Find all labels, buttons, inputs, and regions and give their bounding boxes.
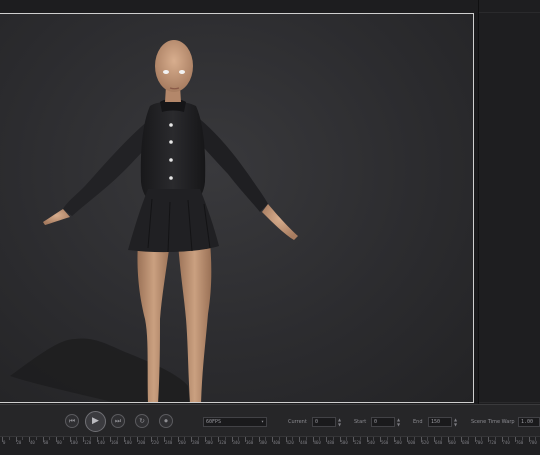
dress-button: [169, 123, 173, 127]
ruler-label: 520: [354, 440, 362, 445]
chevron-down-icon: ▾: [260, 419, 264, 425]
start-frame-label: Start: [354, 419, 367, 425]
ruler-label: 500: [340, 440, 348, 445]
ruler-label: 320: [219, 440, 227, 445]
ruler-label: 780: [529, 440, 537, 445]
ruler-label: 440: [300, 440, 308, 445]
fps-dropdown[interactable]: 60FPS ▾: [203, 417, 267, 427]
end-frame-label: End: [413, 419, 423, 425]
character-shadow: [10, 338, 190, 402]
start-frame-value: 0: [374, 419, 378, 425]
play-button[interactable]: ▶: [85, 411, 106, 432]
ruler-label: 600: [408, 440, 416, 445]
end-frame-input[interactable]: 150: [428, 417, 452, 427]
ruler-label: 100: [70, 440, 78, 445]
ruler-label: 80: [57, 440, 62, 445]
animation-transport-bar: ⏮ ▶ ⏭ ↻ ⏺ 60FPS ▾ Current 0 ▲ ▼ Start 0 ▲…: [0, 404, 540, 437]
spin-down-icon: ▼: [453, 422, 458, 427]
start-frame-stepper[interactable]: ▲ ▼: [396, 417, 401, 427]
ruler-label: 580: [394, 440, 402, 445]
ruler-label: 400: [273, 440, 281, 445]
loop-button[interactable]: ↻: [135, 414, 149, 428]
ruler-label: 60: [43, 440, 49, 445]
ruler-label: 280: [192, 440, 200, 445]
ruler-label: 480: [327, 440, 335, 445]
ruler-label: 460: [313, 440, 321, 445]
dress-button: [169, 140, 173, 144]
ruler-minor-tick: [35, 437, 37, 440]
ruler-label: 540: [367, 440, 375, 445]
ruler-label: 0: [3, 440, 6, 445]
ruler-label: 680: [462, 440, 470, 445]
ruler-label: 260: [178, 440, 186, 445]
current-frame-label: Current: [288, 419, 307, 425]
ruler-label: 360: [246, 440, 254, 445]
spin-down-icon: ▼: [337, 422, 342, 427]
dress-button: [169, 176, 173, 180]
ruler-label: 660: [448, 440, 456, 445]
current-frame-input[interactable]: 0: [312, 417, 336, 427]
ruler-label: 300: [205, 440, 213, 445]
end-frame-value: 150: [431, 419, 441, 425]
current-frame-stepper[interactable]: ▲ ▼: [337, 417, 342, 427]
ruler-minor-tick: [62, 437, 64, 440]
ruler-label: 700: [475, 440, 483, 445]
ruler-label: 220: [151, 440, 159, 445]
spin-down-icon: ▼: [396, 422, 401, 427]
left-hand: [43, 209, 70, 225]
ruler-label: 180: [124, 440, 132, 445]
top-strip: [0, 0, 478, 13]
timeline-ruler[interactable]: 0 20 40 60 80 100 120 140 160 180 200 220 240 260 280 3…: [0, 436, 540, 455]
ruler-label: 760: [516, 440, 524, 445]
ruler-label: 640: [435, 440, 443, 445]
ruler-label: 560: [381, 440, 389, 445]
fps-dropdown-value: 60FPS: [206, 419, 222, 425]
ruler-label: 140: [97, 440, 105, 445]
ruler-label: 620: [421, 440, 429, 445]
ruler-minor-tick: [49, 437, 51, 440]
ruler-label: 160: [111, 440, 119, 445]
end-frame-stepper[interactable]: ▲ ▼: [453, 417, 458, 427]
ruler-label: 720: [489, 440, 497, 445]
right-hand: [262, 204, 298, 240]
loop-icon: ↻: [139, 416, 145, 425]
dress-skirt: [128, 189, 219, 253]
ruler-label: 380: [259, 440, 267, 445]
ruler-minor-tick: [22, 437, 24, 440]
skip-to-start-icon: ⏮: [68, 416, 76, 425]
play-icon: ▶: [92, 416, 99, 426]
right-leg: [178, 242, 212, 402]
record-button[interactable]: ⏺: [159, 414, 173, 428]
3d-viewport[interactable]: [0, 13, 474, 403]
right-side-panel: [478, 0, 540, 404]
character-model[interactable]: [0, 14, 474, 403]
head: [155, 40, 193, 92]
time-warp-value: 1.00: [521, 419, 534, 425]
ruler-label: 240: [165, 440, 173, 445]
ruler-label: 340: [232, 440, 240, 445]
ruler-label: 40: [30, 440, 35, 445]
dress-button: [169, 158, 173, 162]
skip-to-start-button[interactable]: ⏮: [65, 414, 79, 428]
ruler-minor-tick: [8, 437, 10, 440]
time-warp-label: Scene Time Warp: [471, 419, 515, 425]
dress-torso: [140, 101, 206, 202]
skip-to-end-button[interactable]: ⏭: [111, 414, 125, 428]
time-warp-input[interactable]: 1.00: [518, 417, 540, 427]
current-frame-value: 0: [315, 419, 319, 425]
skip-to-end-icon: ⏭: [114, 416, 122, 425]
ruler-label: 120: [84, 440, 92, 445]
ruler-label: 20: [16, 440, 22, 445]
start-frame-input[interactable]: 0: [371, 417, 395, 427]
ruler-label: 420: [286, 440, 294, 445]
ruler-label: 740: [502, 440, 510, 445]
ruler-label: 200: [138, 440, 146, 445]
record-icon: ⏺: [164, 416, 168, 425]
